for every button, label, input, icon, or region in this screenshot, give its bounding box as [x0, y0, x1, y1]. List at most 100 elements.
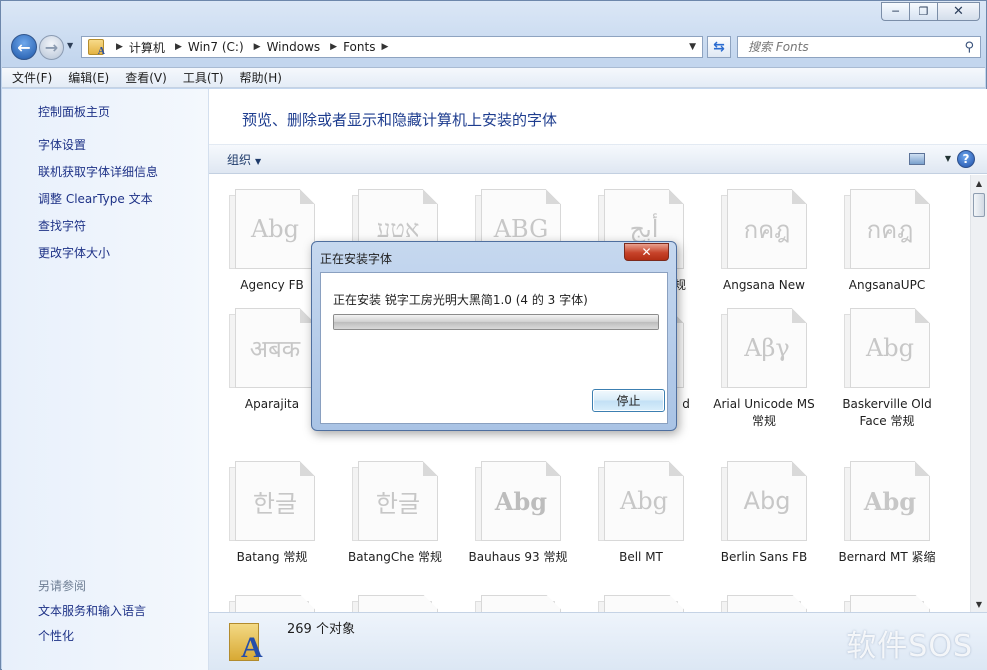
installing-fonts-dialog: 正在安装字体 ✕ 正在安装 锐字工房光明大黑简1.0 (4 的 3 字体) 停止	[311, 241, 677, 431]
font-file-icon: Abg	[598, 461, 684, 541]
forward-button[interactable]: →	[39, 35, 64, 60]
chevron-right-icon: ▶	[330, 42, 338, 52]
font-item[interactable]: Abg Baskerville Old Face 常规	[834, 308, 940, 430]
help-icon[interactable]: ?	[957, 150, 975, 168]
font-label: AngsanaUPC	[848, 278, 926, 292]
breadcrumb-computer[interactable]: ▶ 计算机	[110, 39, 165, 56]
dialog-close-button[interactable]: ✕	[624, 243, 669, 261]
stop-button[interactable]: 停止	[592, 389, 665, 412]
font-file-icon	[229, 595, 315, 612]
breadcrumb-fonts[interactable]: ▶ Fonts ▶	[324, 40, 394, 54]
change-font-size-link[interactable]: 更改字体大小	[38, 244, 208, 261]
menu-bar: 文件(F) 编辑(E) 查看(V) 工具(T) 帮助(H)	[2, 67, 985, 88]
font-item[interactable]: Abg Berlin Sans FB	[711, 461, 817, 566]
font-file-icon: 한글	[352, 461, 438, 541]
install-progress-bar	[333, 314, 659, 330]
progress-fill	[334, 315, 658, 329]
font-item[interactable]: अबक Aparajita	[219, 308, 325, 413]
font-label: Batang 常规	[236, 550, 308, 564]
font-label: Bernard MT 紧缩	[838, 550, 936, 564]
menu-tools[interactable]: 工具(T)	[183, 69, 224, 86]
dialog-title: 正在安装字体	[320, 252, 393, 266]
scroll-down-icon[interactable]: ▼	[971, 596, 987, 612]
vertical-scrollbar[interactable]: ▲ ▼	[970, 175, 987, 612]
search-icon[interactable]: ⚲	[964, 40, 974, 55]
breadcrumb-drive[interactable]: ▶ Win7 (C:)	[169, 40, 244, 54]
font-item[interactable]: กคฎ AngsanaUPC	[834, 189, 940, 294]
font-file-icon: अबक	[229, 308, 315, 388]
font-label: Angsana New	[723, 278, 805, 292]
details-pane: A 269 个对象 软件SOS	[209, 612, 987, 670]
menu-file[interactable]: 文件(F)	[12, 69, 52, 86]
menu-view[interactable]: 查看(V)	[125, 69, 167, 86]
font-item[interactable]	[219, 595, 325, 612]
address-row: ← → ▼ ▶计算机 ▶Win7 (C:) ▶Windows ▶Fonts▶ ▼…	[7, 31, 981, 61]
organize-button[interactable]: 组织 ▼	[227, 151, 261, 168]
font-file-icon: Abg	[844, 461, 930, 541]
font-file-icon	[598, 595, 684, 612]
font-label: Berlin Sans FB	[720, 550, 808, 564]
font-item[interactable]: Abg Agency FB	[219, 189, 325, 294]
font-item[interactable]: Αβγ Arial Unicode MS 常规	[711, 308, 817, 430]
font-file-icon	[352, 595, 438, 612]
font-label: BatangChe 常规	[347, 550, 443, 564]
caption-buttons: ─ ❐ ✕	[881, 2, 980, 21]
font-file-icon	[721, 595, 807, 612]
view-options-icon[interactable]	[909, 153, 925, 165]
font-label: Bauhaus 93 常规	[468, 550, 568, 564]
font-item[interactable]	[465, 595, 571, 612]
fonts-folder-large-icon: A	[229, 619, 265, 664]
font-file-icon: Abg	[229, 189, 315, 269]
menu-help[interactable]: 帮助(H)	[240, 69, 282, 86]
font-file-icon: กคฎ	[721, 189, 807, 269]
font-item[interactable]: Abg Bernard MT 紧缩	[834, 461, 940, 566]
chevron-right-icon: ▶	[116, 42, 123, 52]
recent-pages-dropdown[interactable]: ▼	[67, 41, 73, 50]
cleartype-link[interactable]: 调整 ClearType 文本	[38, 190, 208, 207]
font-item[interactable]: 한글 BatangChe 常规	[342, 461, 448, 566]
breadcrumb-windows[interactable]: ▶ Windows	[248, 40, 321, 54]
arrow-right-icon: →	[44, 38, 59, 57]
chevron-right-icon: ▶	[381, 42, 389, 52]
item-count: 269 个对象	[287, 622, 355, 637]
menu-edit[interactable]: 编辑(E)	[68, 69, 109, 86]
restore-button[interactable]: ❐	[909, 2, 937, 21]
search-box: ⚲	[737, 36, 981, 58]
font-file-icon	[844, 595, 930, 612]
font-item[interactable]: กคฎ Angsana New	[711, 189, 817, 294]
personalization-link[interactable]: 个性化	[38, 627, 74, 644]
minimize-button[interactable]: ─	[881, 2, 909, 21]
search-input[interactable]	[746, 39, 951, 55]
font-item[interactable]: Abg Bauhaus 93 常规	[465, 461, 571, 566]
back-button[interactable]: ←	[11, 34, 37, 60]
scroll-thumb[interactable]	[973, 193, 985, 217]
font-file-icon: Abg	[844, 308, 930, 388]
command-bar: 组织 ▼ ▼ ?	[209, 144, 987, 174]
refresh-button[interactable]: ⇆	[707, 36, 731, 58]
font-file-icon: Abg	[721, 461, 807, 541]
find-character-link[interactable]: 查找字符	[38, 217, 208, 234]
address-bar[interactable]: ▶计算机 ▶Win7 (C:) ▶Windows ▶Fonts▶ ▼	[81, 36, 703, 58]
navigation-pane: 控制面板主页 字体设置 联机获取字体详细信息 调整 ClearType 文本 查…	[2, 89, 209, 670]
font-label: Bell MT	[619, 550, 663, 564]
close-button[interactable]: ✕	[937, 2, 980, 21]
fonts-folder-icon	[88, 39, 105, 57]
refresh-icon: ⇆	[713, 39, 725, 55]
scroll-up-icon[interactable]: ▲	[971, 175, 987, 191]
font-item[interactable]: 한글 Batang 常规	[219, 461, 325, 566]
font-item[interactable]	[834, 595, 940, 612]
chevron-right-icon: ▶	[174, 42, 182, 52]
text-services-link[interactable]: 文本服务和输入语言	[38, 602, 146, 619]
font-item[interactable]	[711, 595, 817, 612]
font-item[interactable]: Abg Bell MT	[588, 461, 694, 566]
view-dropdown-icon[interactable]: ▼	[945, 154, 951, 163]
online-font-info-link[interactable]: 联机获取字体详细信息	[38, 163, 208, 180]
font-item[interactable]	[588, 595, 694, 612]
page-title: 预览、删除或者显示和隐藏计算机上安装的字体	[242, 111, 558, 129]
font-settings-link[interactable]: 字体设置	[38, 136, 208, 153]
font-item[interactable]	[342, 595, 448, 612]
font-file-icon: Αβγ	[721, 308, 807, 388]
watermark-logo: 软件SOS	[846, 629, 973, 664]
address-dropdown[interactable]: ▼	[689, 42, 696, 52]
control-panel-home-link[interactable]: 控制面板主页	[38, 103, 208, 120]
